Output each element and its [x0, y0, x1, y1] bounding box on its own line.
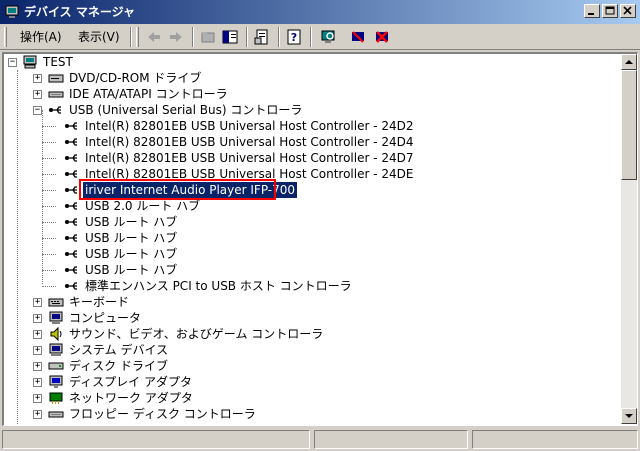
usb-icon [65, 266, 77, 274]
expand-toggle-root[interactable]: − [8, 58, 17, 67]
ide-controller-icon [48, 91, 64, 98]
toolbar-separator [246, 27, 248, 47]
keyboard-icon [48, 298, 64, 307]
forward-arrow-icon[interactable] [166, 27, 186, 47]
expand-toggle-network[interactable]: + [33, 394, 42, 403]
expand-toggle-usb[interactable]: − [33, 106, 42, 115]
toolbar-grip[interactable] [136, 27, 139, 47]
computer-icon [49, 311, 63, 324]
usb-icon [65, 170, 77, 178]
up-folder-icon[interactable] [198, 27, 218, 47]
expand-toggle-ide[interactable]: + [33, 90, 42, 99]
system-device-icon [49, 343, 63, 356]
usb-icon [65, 186, 77, 194]
menu-action[interactable]: 操作(A) [16, 28, 66, 46]
scrollbar-thumb[interactable] [621, 70, 637, 180]
back-arrow-icon[interactable] [144, 27, 164, 47]
toolbar-separator [192, 27, 194, 47]
network-adapter-icon [49, 392, 63, 404]
minimize-button[interactable] [584, 4, 600, 18]
usb-icon [65, 154, 77, 162]
status-panel [2, 430, 310, 449]
device-tree[interactable]: − TEST + DVD/CD-ROM ドライブ + IDE ATA/ATAPI… [4, 54, 620, 424]
usb-icon [65, 138, 77, 146]
svg-text:?: ? [291, 31, 297, 44]
expand-toggle-disk[interactable]: + [33, 362, 42, 371]
scroll-up-button[interactable] [621, 54, 637, 70]
usb-icon [65, 250, 77, 258]
speaker-icon [50, 326, 62, 342]
computer-icon [5, 5, 19, 18]
expand-toggle-keyboard[interactable]: + [33, 298, 42, 307]
usb-icon [65, 234, 77, 242]
display-adapter-icon [49, 375, 63, 388]
properties-icon[interactable] [252, 27, 272, 47]
toolbar-separator [278, 27, 280, 47]
scan-hardware-icon[interactable] [318, 27, 338, 47]
show-hide-tree-icon[interactable] [220, 27, 240, 47]
disk-drive-icon [48, 362, 64, 370]
disable-device-icon[interactable] [348, 27, 368, 47]
expand-toggle-floppy[interactable]: + [33, 410, 42, 419]
menubar-grip[interactable] [4, 27, 7, 47]
expand-toggle-sound[interactable]: + [33, 330, 42, 339]
title-bar: デバイス マネージャ [0, 0, 640, 24]
status-bar [0, 428, 640, 451]
expand-toggle-system[interactable]: + [33, 346, 42, 355]
window-title: デバイス マネージャ [24, 5, 135, 19]
expand-toggle-dvd[interactable]: + [33, 74, 42, 83]
status-panel [314, 430, 468, 449]
expand-toggle-computer[interactable]: + [33, 314, 42, 323]
highlight-box [79, 179, 276, 200]
uninstall-device-icon[interactable] [372, 27, 392, 47]
menu-view[interactable]: 表示(V) [74, 28, 124, 46]
vertical-scrollbar[interactable] [621, 54, 637, 424]
help-icon[interactable]: ? [284, 27, 304, 47]
expand-toggle-display[interactable]: + [33, 378, 42, 387]
maximize-button[interactable] [602, 4, 618, 18]
usb-icon [65, 122, 77, 130]
usb-icon [49, 106, 61, 114]
toolbar-separator [310, 27, 312, 47]
computer-icon [23, 55, 37, 69]
close-button[interactable] [620, 4, 636, 18]
toolbar-row: 操作(A) 表示(V) ? [0, 24, 640, 50]
floppy-controller-icon [48, 411, 64, 418]
dvd-drive-icon [48, 74, 64, 83]
device-tree-pane: − TEST + DVD/CD-ROM ドライブ + IDE ATA/ATAPI… [2, 52, 638, 426]
scroll-down-button[interactable] [621, 408, 637, 424]
status-panel [472, 430, 638, 449]
usb-icon [65, 218, 77, 226]
usb-icon [65, 282, 77, 290]
toolbar-separator [130, 27, 132, 47]
usb-icon [65, 202, 77, 210]
